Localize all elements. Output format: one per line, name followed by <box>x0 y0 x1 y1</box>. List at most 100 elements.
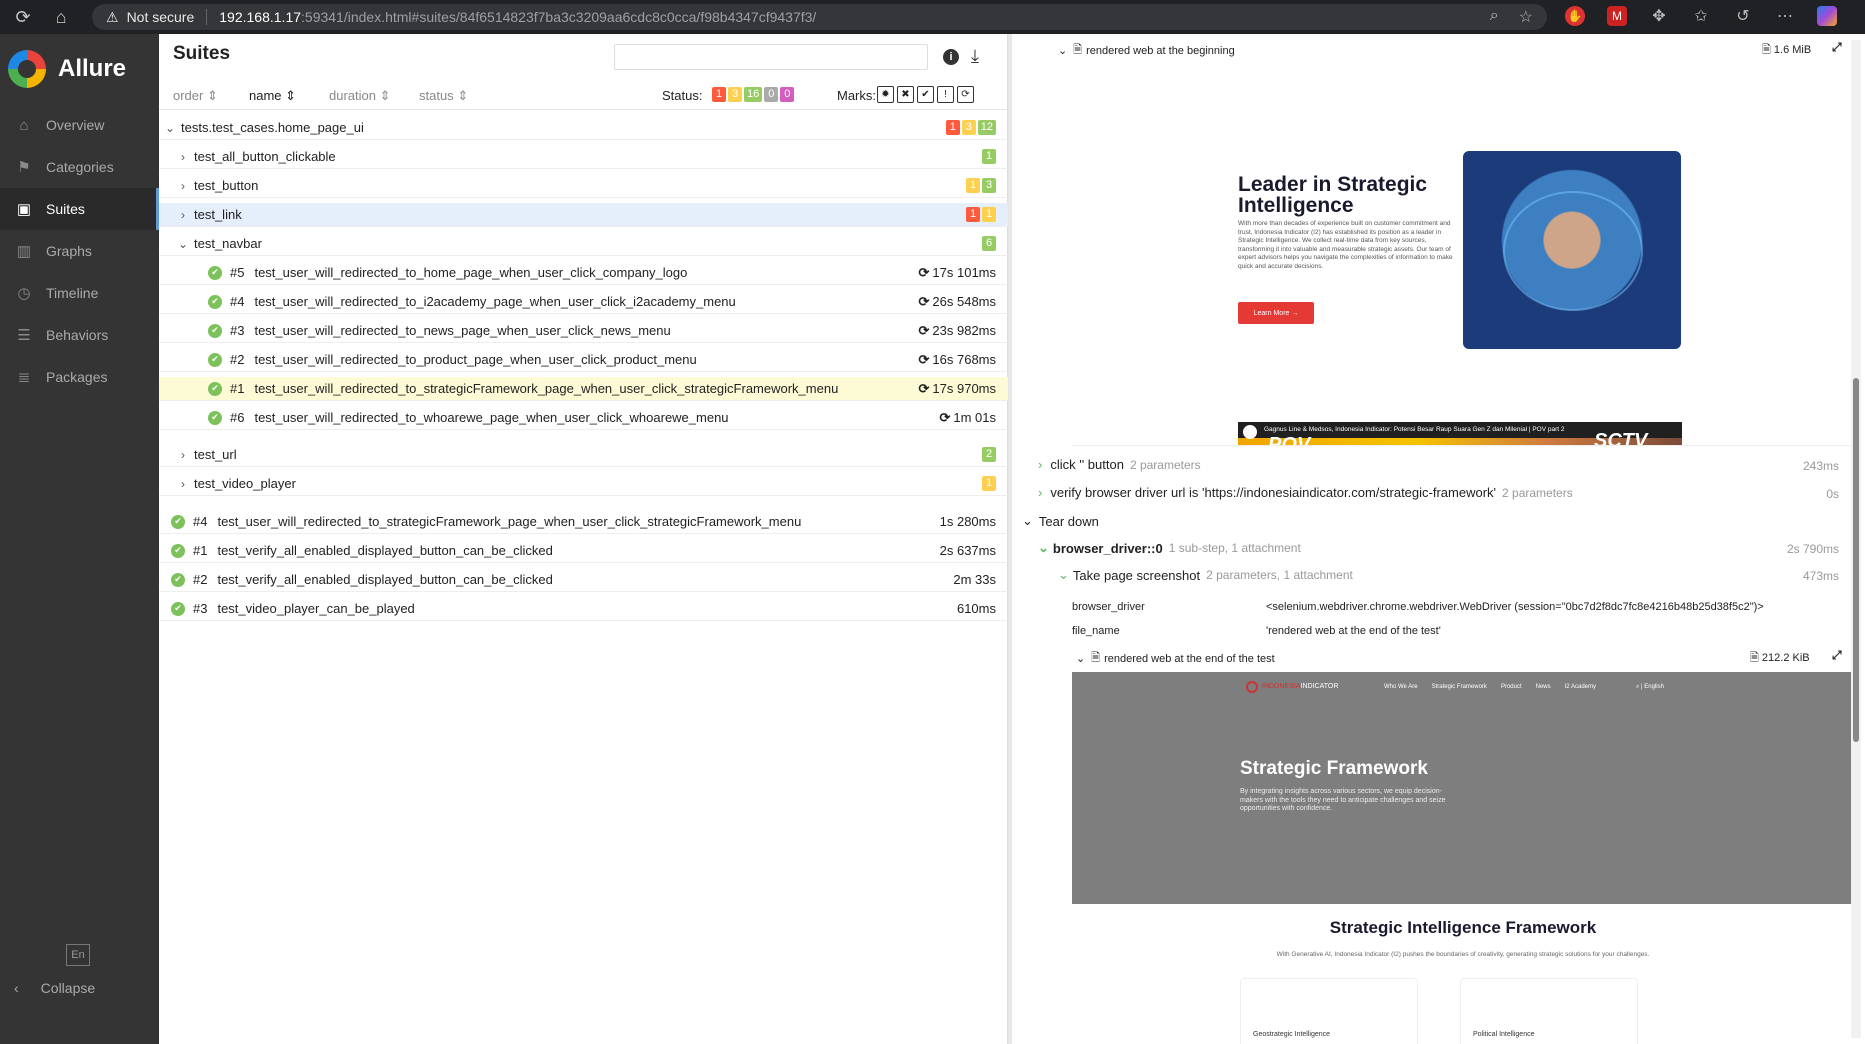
extension-icon[interactable]: M <box>1607 6 1627 26</box>
attachment-header[interactable]: ⌄ 🗎 rendered web at the end of the test <box>1076 649 1275 668</box>
scrollbar-thumb[interactable] <box>1853 378 1859 742</box>
suite-row[interactable]: ⌄ test_navbar 6 <box>159 232 1008 256</box>
passed-count: 2 <box>982 447 996 462</box>
sidebar-item-overview[interactable]: ⌂ Overview <box>0 104 159 146</box>
sidebar-item-graphs[interactable]: ▥ Graphs <box>0 230 159 272</box>
history-icon[interactable]: ↺ <box>1733 6 1753 26</box>
nav-item: News <box>1535 684 1551 690</box>
sidebar-item-categories[interactable]: ⚑ Categories <box>0 146 159 188</box>
test-duration: 2m 33s <box>953 572 996 587</box>
suite-row[interactable]: › test_link 1 1 <box>159 203 1008 227</box>
star-icon[interactable]: ☆ <box>1519 7 1533 27</box>
channel-avatar <box>1243 425 1257 439</box>
not-secure-label: Not secure <box>127 9 208 25</box>
favorites-icon[interactable]: ✩ <box>1691 6 1711 26</box>
test-row[interactable]: ✔ #3 test_video_player_can_be_played 610… <box>159 597 1008 621</box>
card-title: Political Intelligence <box>1473 1031 1535 1038</box>
status-unknown-toggle[interactable]: 0 <box>780 87 795 102</box>
test-name: test_video_player_can_be_played <box>217 601 415 616</box>
address-bar[interactable]: ⚠ Not secure 192.168.1.17:59341/index.ht… <box>92 4 1547 30</box>
expand-icon[interactable]: ⤢ <box>1832 648 1842 663</box>
packages-icon: ≣ <box>17 369 31 386</box>
fixture-row[interactable]: ⌄ browser_driver::0 1 sub-step, 1 attach… <box>1038 540 1301 556</box>
sort-order[interactable]: order ⇕ <box>173 88 218 104</box>
param-name: file_name <box>1072 625 1120 637</box>
suite-row[interactable]: › test_video_player 1 <box>159 472 1008 496</box>
step-label: click '' button <box>1050 457 1124 472</box>
file-icon: 🗎 <box>1762 44 1771 56</box>
sort-label: duration <box>329 88 376 103</box>
status-broken-toggle[interactable]: 3 <box>728 87 742 102</box>
extensions-puzzle-icon[interactable]: ✥ <box>1649 6 1669 26</box>
retries-icon: ⟳ <box>918 351 930 367</box>
suite-row[interactable]: › test_url 2 <box>159 443 1008 467</box>
suite-row[interactable]: › test_all_button_clickable 1 <box>159 145 1008 169</box>
sort-status[interactable]: status ⇕ <box>419 88 468 104</box>
retries-icon: ⟳ <box>918 264 930 280</box>
fixture-label: browser_driver::0 <box>1052 540 1163 556</box>
test-row[interactable]: ✔ #6 test_user_will_redirected_to_whoare… <box>159 406 1008 430</box>
substep-params: 2 parameters, 1 attachment <box>1206 568 1353 582</box>
sidebar-item-behaviors[interactable]: ☰ Behaviors <box>0 314 159 356</box>
suite-name: test_navbar <box>194 236 262 251</box>
zoom-icon[interactable]: ⌕ <box>1490 7 1499 27</box>
suite-row[interactable]: › test_button 1 3 <box>159 174 1008 198</box>
substep-row[interactable]: ⌄ Take page screenshot 2 parameters, 1 a… <box>1058 567 1353 583</box>
marks-filter-label: Marks: <box>837 88 876 103</box>
reload-icon[interactable]: ⟳ <box>8 2 38 32</box>
page-title: Suites <box>173 43 231 64</box>
test-row[interactable]: ✔ #4 test_user_will_redirected_to_i2acad… <box>159 290 1008 314</box>
passed-icon: ✔ <box>208 381 222 396</box>
extension-icon[interactable]: ✋ <box>1565 6 1585 26</box>
collapse-button[interactable]: ‹ Collapse <box>14 980 95 996</box>
more-icon[interactable]: ⋯ <box>1775 6 1795 26</box>
sort-duration[interactable]: duration ⇕ <box>329 88 391 104</box>
clock-icon: ◷ <box>17 285 31 302</box>
test-name: test_verify_all_enabled_displayed_button… <box>217 543 553 558</box>
chevron-down-icon: ⌄ <box>1058 567 1069 582</box>
new-passed-mark-icon[interactable]: ✔ <box>917 86 934 103</box>
status-passed-toggle[interactable]: 16 <box>744 87 763 102</box>
test-row[interactable]: ✔ #2 test_user_will_redirected_to_produc… <box>159 348 1008 372</box>
flaky-mark-icon[interactable]: ✹ <box>877 86 894 103</box>
home-icon[interactable]: ⌂ <box>46 2 76 32</box>
sort-name[interactable]: name ⇕ <box>249 88 296 104</box>
step-row[interactable]: › verify browser driver url is 'https://… <box>1038 485 1573 500</box>
test-duration: 23s 982ms <box>932 322 996 338</box>
sidebar-item-label: Suites <box>46 201 85 217</box>
search-input[interactable] <box>614 44 928 70</box>
test-number: #4 <box>230 294 245 309</box>
allure-logo[interactable]: Allure <box>0 34 159 104</box>
test-row[interactable]: ✔ #5 test_user_will_redirected_to_home_p… <box>159 261 1008 285</box>
passed-icon: ✔ <box>171 572 185 587</box>
nav-item: Who We Are <box>1384 684 1418 690</box>
test-row[interactable]: ✔ #1 test_verify_all_enabled_displayed_b… <box>159 539 1008 563</box>
nav-item: I2 Academy <box>1564 684 1596 690</box>
sidebar-item-suites[interactable]: ▣ Suites <box>0 188 159 230</box>
attachment-screenshot: Leader in Strategic Intelligence With mo… <box>1072 58 1858 446</box>
test-row-selected[interactable]: ✔ #1 test_user_will_redirected_to_strate… <box>159 377 1008 401</box>
sort-label: status <box>419 88 454 103</box>
attachment-size-value: 1.6 MiB <box>1773 44 1812 56</box>
retries-mark-icon[interactable]: ⟳ <box>957 86 974 103</box>
test-row[interactable]: ✔ #4 test_user_will_redirected_to_strate… <box>159 510 1008 534</box>
new-failed-mark-icon[interactable]: ✖ <box>897 86 914 103</box>
status-failed-toggle[interactable]: 1 <box>712 87 726 102</box>
sidebar-item-packages[interactable]: ≣ Packages <box>0 356 159 398</box>
status-skipped-toggle[interactable]: 0 <box>764 87 779 102</box>
sidebar-item-timeline[interactable]: ◷ Timeline <box>0 272 159 314</box>
test-row[interactable]: ✔ #3 test_user_will_redirected_to_news_p… <box>159 319 1008 343</box>
sort-icon: ⇕ <box>457 88 469 103</box>
suite-row-root[interactable]: ⌄ tests.test_cases.home_page_ui 1 3 12 <box>159 116 1008 140</box>
chevron-right-icon: › <box>181 207 185 222</box>
step-row[interactable]: › click '' button 2 parameters <box>1038 457 1201 472</box>
new-broken-mark-icon[interactable]: ! <box>937 86 954 103</box>
download-icon[interactable]: ⤓ <box>971 46 979 67</box>
status-filter: 1 3 16 0 0 <box>712 87 795 102</box>
copilot-icon[interactable] <box>1817 6 1837 26</box>
teardown-section[interactable]: ⌄ Tear down <box>1022 513 1099 529</box>
expand-icon[interactable]: ⤢ <box>1832 40 1842 55</box>
test-row[interactable]: ✔ #2 test_verify_all_enabled_displayed_b… <box>159 568 1008 592</box>
info-icon[interactable]: i <box>943 49 959 65</box>
language-button[interactable]: En <box>66 944 90 966</box>
